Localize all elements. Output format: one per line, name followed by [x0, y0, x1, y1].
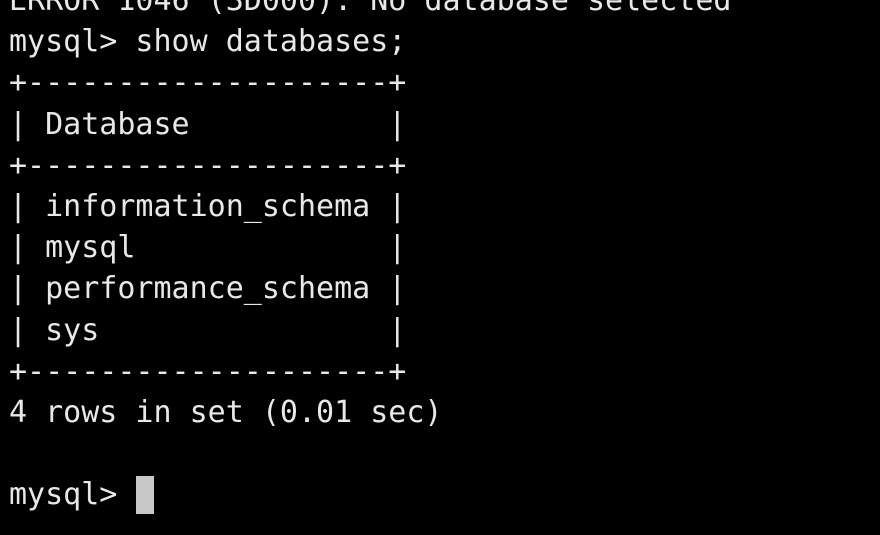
table-row: | sys |	[9, 312, 407, 348]
table-border-top: +--------------------+	[9, 65, 407, 101]
table-header: | Database |	[9, 106, 407, 142]
text-cursor[interactable]	[136, 475, 155, 514]
input-line[interactable]: mysql>	[9, 474, 880, 515]
result-summary: 4 rows in set (0.01 sec)	[9, 394, 443, 430]
table-border-mid: +--------------------+	[9, 147, 407, 183]
table-row: | mysql |	[9, 230, 407, 266]
table-row: | information_schema |	[9, 188, 407, 224]
prompt: mysql>	[9, 477, 136, 513]
terminal-output: ERROR 1046 (3D000): No database selected…	[9, 0, 880, 515]
table-border-bottom: +--------------------+	[9, 353, 407, 389]
table-row: | performance_schema |	[9, 271, 407, 307]
command-line: mysql> show databases;	[9, 24, 407, 60]
terminal-window[interactable]: ERROR 1046 (3D000): No database selected…	[0, 0, 880, 535]
error-message: ERROR 1046 (3D000): No database selected	[9, 0, 732, 18]
